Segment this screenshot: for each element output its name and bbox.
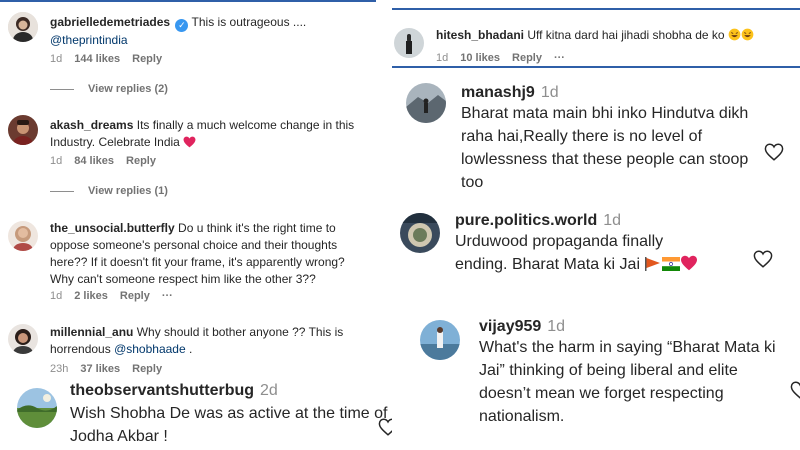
avatar[interactable] bbox=[400, 213, 440, 253]
like-count[interactable]: 37 likes bbox=[80, 363, 120, 375]
like-button[interactable] bbox=[753, 250, 773, 268]
timestamp: 1d bbox=[436, 52, 449, 64]
comment-text: Uff kitna dard hai jihadi shobha de ko bbox=[527, 28, 725, 42]
username[interactable]: the_unsocial.butterfly bbox=[50, 221, 175, 235]
mention-link[interactable]: @shobhaade bbox=[114, 342, 186, 356]
avatar[interactable] bbox=[394, 28, 424, 58]
view-replies-button[interactable]: View replies (1) bbox=[50, 185, 168, 197]
comment-gabrielledemetriades: gabrielledemetriades ✓ This is outrageou… bbox=[0, 8, 376, 98]
comment-text: Bharat mata main bhi inko Hindutva dikh … bbox=[461, 105, 749, 191]
divider-top bbox=[0, 0, 376, 2]
left-comments-panel: gabrielledemetriades ✓ This is outrageou… bbox=[0, 0, 376, 378]
comment-body: vijay959 1d What's the harm in saying “Bh… bbox=[479, 318, 779, 428]
comment-hitesh-bhadani: hitesh_bhadani Uff kitna dard hai jihadi… bbox=[392, 0, 800, 68]
like-count[interactable]: 144 likes bbox=[74, 53, 120, 65]
flag-emoji bbox=[662, 255, 681, 278]
comment-header: vijay959 1d bbox=[479, 318, 779, 336]
like-button[interactable] bbox=[790, 381, 800, 399]
username[interactable]: millennial_anu bbox=[50, 325, 133, 339]
comment-body: theobservantshutterbug 2d Wish Shobha De … bbox=[70, 382, 400, 448]
verified-icon: ✓ bbox=[175, 19, 189, 32]
comment-body: manashj9 1d Bharat mata main bhi inko Hin… bbox=[461, 84, 781, 194]
comment-meta: 1d 144 likes Reply bbox=[50, 53, 174, 65]
mention-link[interactable]: @theprintindia bbox=[50, 33, 128, 47]
heart-icon bbox=[753, 250, 773, 268]
reply-button[interactable]: Reply bbox=[126, 155, 156, 167]
avatar[interactable] bbox=[8, 12, 38, 42]
laughing-emoji bbox=[741, 28, 754, 46]
comment-body: pure.politics.world 1d Urduwood propagand… bbox=[455, 212, 775, 278]
divider bbox=[392, 8, 800, 10]
avatar[interactable] bbox=[8, 324, 38, 354]
comment-text: This is outrageous .... bbox=[191, 15, 307, 29]
timestamp: 1d bbox=[50, 290, 63, 302]
comment-manashj9: manashj9 1d Bharat mata main bhi inko Hin… bbox=[392, 68, 800, 208]
view-replies-button[interactable]: View replies (2) bbox=[50, 83, 168, 95]
comment-meta: 23h 37 likes Reply bbox=[50, 363, 174, 375]
comment-meta: 1d 2 likes Reply ··· bbox=[50, 290, 185, 302]
comment-pure-politics-world: pure.politics.world 1d Urduwood propagand… bbox=[392, 208, 800, 313]
comment-text: Urduwood propaganda finally ending. Bhar… bbox=[455, 233, 664, 273]
more-options-button[interactable]: ··· bbox=[554, 52, 565, 64]
username[interactable]: vijay959 bbox=[479, 318, 541, 335]
comment-body: hitesh_bhadani Uff kitna dard hai jihadi… bbox=[436, 27, 796, 46]
timestamp: 2d bbox=[260, 382, 278, 399]
username[interactable]: manashj9 bbox=[461, 84, 535, 101]
comment-akash-dreams: akash_dreams Its finally a much welcome … bbox=[0, 110, 376, 200]
comment-meta: 1d 84 likes Reply bbox=[50, 155, 168, 167]
timestamp: 1d bbox=[50, 53, 63, 65]
laughing-emoji bbox=[728, 28, 741, 46]
username[interactable]: pure.politics.world bbox=[455, 212, 597, 229]
like-count[interactable]: 2 likes bbox=[74, 290, 108, 302]
reply-button[interactable]: Reply bbox=[512, 52, 542, 64]
comment-header: theobservantshutterbug 2d bbox=[70, 382, 400, 400]
flag-emoji bbox=[644, 255, 662, 278]
timestamp: 1d bbox=[603, 212, 622, 229]
comment-header: manashj9 1d bbox=[461, 84, 781, 102]
avatar[interactable] bbox=[8, 221, 38, 251]
heart-icon bbox=[764, 143, 784, 161]
comment-text: What's the harm in saying “Bharat Mata k… bbox=[479, 339, 776, 425]
like-button[interactable] bbox=[764, 143, 784, 161]
timestamp: 1d bbox=[50, 155, 63, 167]
reply-button[interactable]: Reply bbox=[132, 363, 162, 375]
comment-body: millennial_anu Why should it bother anyo… bbox=[50, 324, 368, 358]
avatar[interactable] bbox=[420, 320, 460, 360]
avatar[interactable] bbox=[17, 388, 57, 428]
comment-theobservantshutterbug: theobservantshutterbug 2d Wish Shobha De … bbox=[0, 378, 420, 450]
comment-text-trail: . bbox=[188, 342, 193, 356]
divider bbox=[50, 88, 74, 90]
comment-millennial-anu: millennial_anu Why should it bother anyo… bbox=[0, 318, 376, 378]
timestamp: 1d bbox=[540, 84, 559, 101]
username[interactable]: akash_dreams bbox=[50, 118, 133, 132]
divider bbox=[50, 190, 74, 192]
comment-body: gabrielledemetriades ✓ This is outrageou… bbox=[50, 14, 370, 49]
avatar[interactable] bbox=[8, 115, 38, 145]
comment-text: Wish Shobha De was as active at the time… bbox=[70, 405, 388, 445]
right-comments-panel: manashj9 1d Bharat mata main bhi inko Hin… bbox=[392, 68, 800, 450]
username[interactable]: theobservantshutterbug bbox=[70, 382, 254, 399]
comment-body: the_unsocial.butterfly Do u think it's t… bbox=[50, 220, 368, 288]
more-options-button[interactable]: ··· bbox=[162, 290, 173, 302]
timestamp: 23h bbox=[50, 363, 69, 375]
heart-icon bbox=[790, 381, 800, 399]
heart-emoji bbox=[183, 136, 196, 153]
comment-header: pure.politics.world 1d bbox=[455, 212, 775, 230]
like-count[interactable]: 10 likes bbox=[460, 52, 500, 64]
reply-button[interactable]: Reply bbox=[120, 290, 150, 302]
view-replies-label: View replies (1) bbox=[88, 185, 168, 197]
username[interactable]: gabrielledemetriades bbox=[50, 15, 170, 29]
timestamp: 1d bbox=[547, 318, 566, 335]
comment-meta: 1d 10 likes Reply ··· bbox=[436, 52, 577, 64]
comment-the-unsocial-butterfly: the_unsocial.butterfly Do u think it's t… bbox=[0, 215, 376, 310]
heart-emoji bbox=[680, 255, 698, 278]
comment-vijay959: vijay959 1d What's the harm in saying “Bh… bbox=[392, 313, 800, 450]
username[interactable]: hitesh_bhadani bbox=[436, 28, 524, 42]
view-replies-label: View replies (2) bbox=[88, 83, 168, 95]
avatar[interactable] bbox=[406, 83, 446, 123]
comment-text-wrap: Urduwood propaganda finally ending. Bhar… bbox=[455, 230, 715, 278]
like-count[interactable]: 84 likes bbox=[74, 155, 114, 167]
comment-body: akash_dreams Its finally a much welcome … bbox=[50, 117, 370, 153]
reply-button[interactable]: Reply bbox=[132, 53, 162, 65]
